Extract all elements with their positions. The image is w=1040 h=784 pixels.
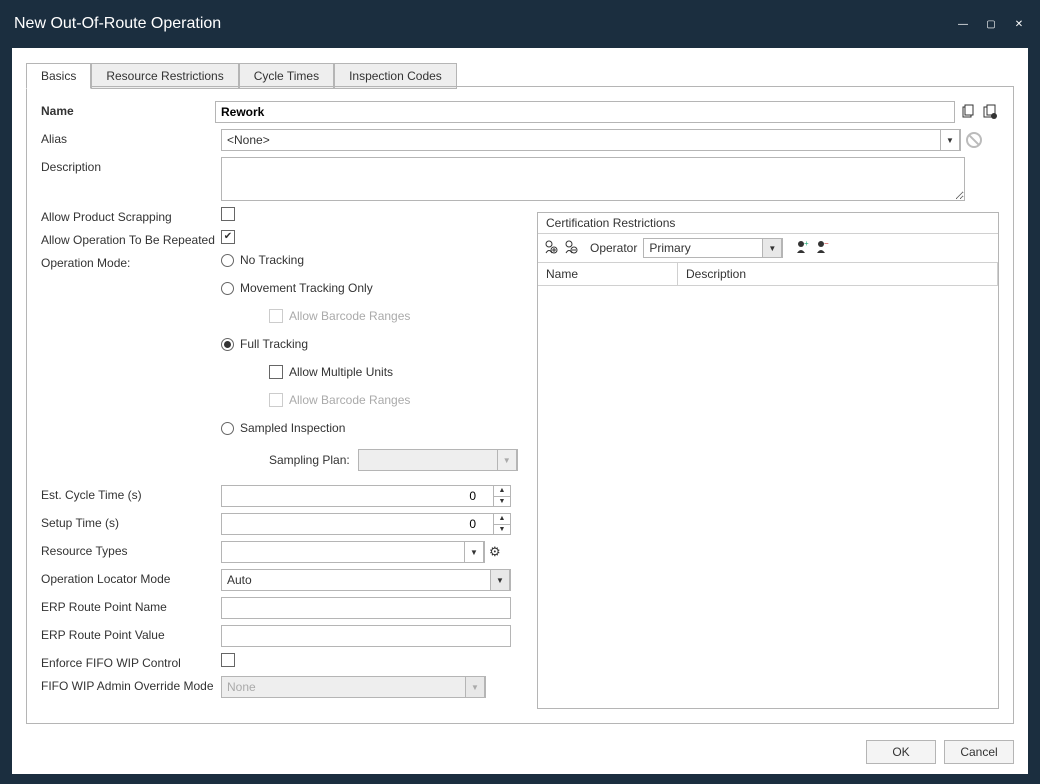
est-cycle-spinner[interactable]: ▲▼	[221, 485, 511, 507]
minimize-icon[interactable]: —	[956, 17, 970, 31]
description-input[interactable]	[221, 157, 965, 201]
spin-down-icon[interactable]: ▼	[494, 525, 510, 535]
allow-scrapping-checkbox[interactable]	[221, 207, 235, 221]
cert-col-name: Name	[538, 263, 678, 285]
movement-only-label: Movement Tracking Only	[240, 281, 373, 295]
setup-time-spinner[interactable]: ▲▼	[221, 513, 511, 535]
enforce-fifo-label: Enforce FIFO WIP Control	[41, 653, 221, 670]
erp-value-input[interactable]	[221, 625, 511, 647]
allow-repeat-label: Allow Operation To Be Repeated	[41, 230, 246, 247]
maximize-icon[interactable]: ▢	[984, 17, 998, 31]
cancel-button[interactable]: Cancel	[944, 740, 1014, 764]
chevron-down-icon[interactable]: ▼	[490, 569, 510, 591]
chevron-down-icon[interactable]: ▼	[762, 238, 782, 258]
cert-title: Certification Restrictions	[538, 213, 998, 234]
sampled-label: Sampled Inspection	[240, 421, 345, 435]
fifo-override-label: FIFO WIP Admin Override Mode	[41, 676, 246, 693]
alias-combo[interactable]: <None> ▼	[221, 129, 961, 151]
add-operator-icon[interactable]: +	[795, 240, 809, 257]
radio-movement-only[interactable]	[221, 282, 234, 295]
ok-button[interactable]: OK	[866, 740, 936, 764]
est-cycle-input[interactable]	[222, 487, 482, 505]
svg-text:+: +	[804, 240, 809, 248]
sampling-plan-label: Sampling Plan:	[269, 453, 350, 467]
alias-value: <None>	[227, 133, 270, 147]
add-cert-icon[interactable]	[544, 240, 558, 257]
spin-up-icon[interactable]: ▲	[494, 514, 510, 525]
allow-repeat-checkbox[interactable]	[221, 230, 235, 244]
movement-barcode-checkbox	[269, 309, 283, 323]
radio-full-tracking[interactable]	[221, 338, 234, 351]
chevron-down-icon: ▼	[465, 676, 485, 698]
resource-types-combo[interactable]: ▼	[221, 541, 485, 563]
erp-value-label: ERP Route Point Value	[41, 625, 221, 642]
operation-locator-label: Operation Locator Mode	[41, 569, 221, 586]
operator-label: Operator	[590, 241, 637, 255]
clear-alias-icon[interactable]	[965, 131, 983, 149]
radio-sampled[interactable]	[221, 422, 234, 435]
remove-cert-icon[interactable]	[564, 240, 578, 257]
description-label: Description	[41, 157, 221, 174]
sampling-plan-combo: ▼	[358, 449, 518, 471]
operation-locator-combo[interactable]: Auto ▼	[221, 569, 511, 591]
name-label: Name	[41, 101, 215, 118]
copy-all-icon[interactable]	[981, 103, 999, 121]
enforce-fifo-checkbox[interactable]	[221, 653, 235, 667]
erp-name-input[interactable]	[221, 597, 511, 619]
tab-basics[interactable]: Basics	[26, 63, 91, 89]
spin-down-icon[interactable]: ▼	[494, 497, 510, 507]
full-multi-checkbox[interactable]	[269, 365, 283, 379]
erp-name-label: ERP Route Point Name	[41, 597, 221, 614]
full-barcode-checkbox	[269, 393, 283, 407]
setup-time-input[interactable]	[222, 515, 482, 533]
full-barcode-label: Allow Barcode Ranges	[289, 393, 410, 407]
cert-col-desc: Description	[678, 263, 998, 285]
movement-barcode-label: Allow Barcode Ranges	[289, 309, 410, 323]
chevron-down-icon: ▼	[497, 449, 517, 471]
svg-text:−: −	[824, 240, 829, 248]
full-tracking-label: Full Tracking	[240, 337, 308, 351]
est-cycle-label: Est. Cycle Time (s)	[41, 485, 221, 502]
name-input[interactable]	[215, 101, 955, 123]
fifo-override-value: None	[227, 680, 256, 694]
operator-value: Primary	[649, 241, 690, 255]
spin-up-icon[interactable]: ▲	[494, 486, 510, 497]
copy-icon[interactable]	[959, 103, 977, 121]
window-title: New Out-Of-Route Operation	[14, 15, 221, 33]
remove-operator-icon[interactable]: −	[815, 240, 829, 257]
chevron-down-icon[interactable]: ▼	[464, 541, 484, 563]
no-tracking-label: No Tracking	[240, 253, 304, 267]
setup-time-label: Setup Time (s)	[41, 513, 221, 530]
fifo-override-combo: None ▼	[221, 676, 486, 698]
operation-mode-label: Operation Mode:	[41, 253, 221, 270]
radio-no-tracking[interactable]	[221, 254, 234, 267]
gear-icon[interactable]: ⚙	[489, 544, 501, 560]
resource-types-label: Resource Types	[41, 541, 221, 558]
operation-locator-value: Auto	[227, 573, 252, 587]
chevron-down-icon[interactable]: ▼	[940, 129, 960, 151]
full-multi-label: Allow Multiple Units	[289, 365, 393, 379]
alias-label: Alias	[41, 129, 221, 146]
close-icon[interactable]: ✕	[1012, 17, 1026, 31]
operator-combo[interactable]: Primary ▼	[643, 238, 783, 258]
allow-scrapping-label: Allow Product Scrapping	[41, 207, 221, 224]
